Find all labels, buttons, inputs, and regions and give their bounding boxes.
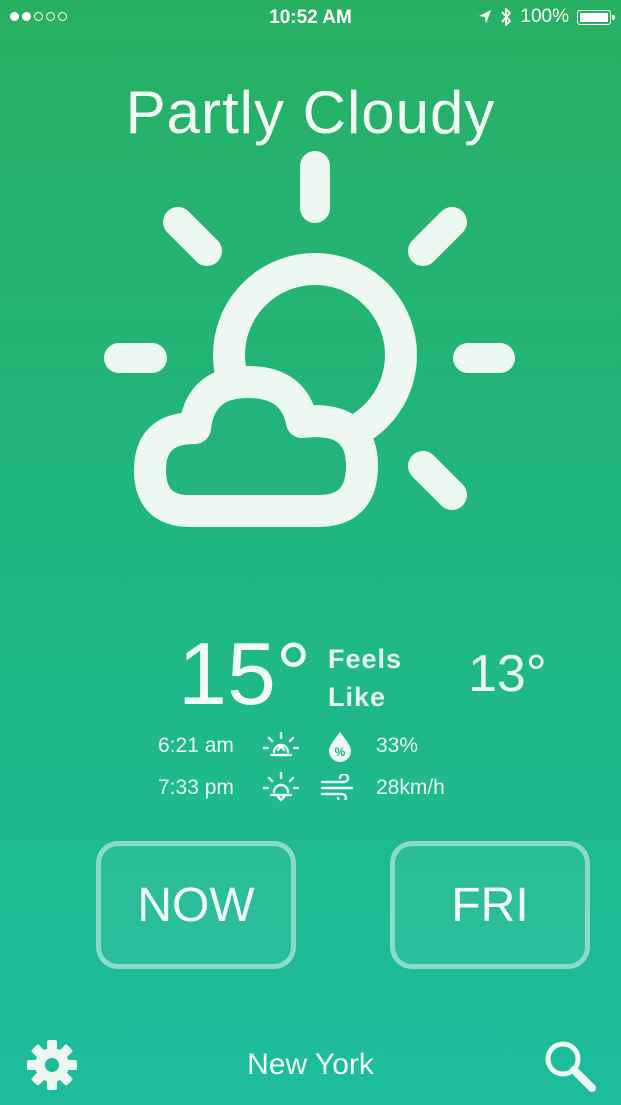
feels-like-label-line2: Like (328, 682, 387, 712)
day-forecast-button[interactable]: FRI (390, 841, 590, 969)
weather-condition: Partly Cloudy (125, 79, 496, 146)
status-right: 100% (478, 6, 615, 28)
location-arrow-icon (479, 10, 492, 24)
svg-text:%: % (335, 745, 346, 759)
battery-icon (577, 9, 615, 25)
sunset-icon (262, 771, 300, 802)
humidity-icon: % (329, 732, 351, 762)
sunset-time: 7:33 pm (158, 776, 234, 799)
bluetooth-icon (501, 8, 512, 26)
now-button[interactable]: NOW (96, 841, 296, 969)
wind-icon (320, 774, 354, 800)
status-bar: 10:52 AM 100% (0, 0, 621, 34)
search-icon[interactable] (542, 1038, 598, 1094)
feels-like-value: 13° (468, 645, 547, 703)
city-name[interactable]: New York (0, 1048, 621, 1082)
day-forecast-button-label: FRI (451, 878, 529, 932)
partly-cloudy-icon (104, 151, 515, 527)
now-button-label: NOW (137, 878, 255, 932)
humidity-value: 33% (376, 734, 419, 757)
sunrise-icon (262, 731, 300, 757)
sunrise-time: 6:21 am (158, 734, 234, 757)
current-temperature: 15° (178, 624, 312, 723)
wind-speed-value: 28km/h (376, 776, 445, 799)
feels-like-label-line1: Feels (328, 644, 403, 674)
battery-percentage: 100% (520, 6, 569, 27)
feels-like-label: Feels Like (328, 640, 402, 716)
